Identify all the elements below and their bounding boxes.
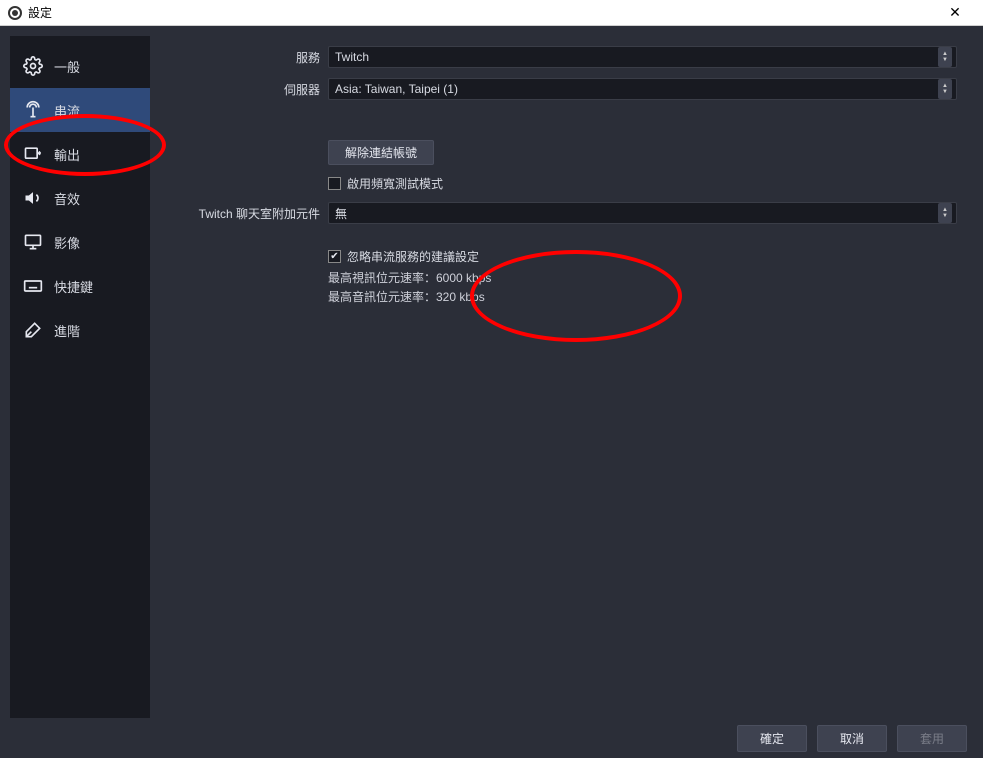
sidebar-item-video[interactable]: 影像 xyxy=(10,220,150,264)
sidebar-item-label: 音效 xyxy=(54,189,80,208)
service-combobox[interactable]: Twitch ▲▼ xyxy=(328,46,957,68)
gear-icon xyxy=(22,56,44,76)
speaker-icon xyxy=(22,188,44,208)
sidebar-item-label: 影像 xyxy=(54,233,80,252)
keyboard-icon xyxy=(22,276,44,296)
monitor-icon xyxy=(22,232,44,252)
row-ignore-recommendations: ✔ 忽略串流服務的建議設定 最高視訊位元速率：6000 kbps 最高音訊位元速… xyxy=(328,248,957,305)
sidebar-item-general[interactable]: 一般 xyxy=(10,44,150,88)
output-icon xyxy=(22,144,44,164)
row-service: 服務 Twitch ▲▼ xyxy=(160,46,957,68)
server-combobox[interactable]: Asia: Taiwan, Taipei (1) ▲▼ xyxy=(328,78,957,100)
sidebar-item-stream[interactable]: 串流 xyxy=(10,88,150,132)
sidebar-item-advanced[interactable]: 進階 xyxy=(10,308,150,352)
sidebar: 一般 串流 輸出 音效 影像 xyxy=(10,36,150,718)
chat-addon-value: 無 xyxy=(335,205,347,222)
apply-button[interactable]: 套用 xyxy=(897,725,967,752)
updown-icon: ▲▼ xyxy=(938,203,952,223)
window-title: 設定 xyxy=(28,4,52,21)
server-label: 伺服器 xyxy=(160,81,320,98)
max-video-bitrate-text: 最高視訊位元速率：6000 kbps xyxy=(328,269,957,286)
titlebar: 設定 ✕ xyxy=(0,0,983,26)
service-value: Twitch xyxy=(335,50,369,64)
ignore-recommendations-checkbox[interactable]: ✔ xyxy=(328,250,341,263)
close-button[interactable]: ✕ xyxy=(935,0,975,26)
footer-buttons: 確定 取消 套用 xyxy=(0,718,983,758)
chat-addon-label: Twitch 聊天室附加元件 xyxy=(160,205,320,222)
row-bandwidth-test: 啟用頻寬測試模式 xyxy=(328,175,957,192)
row-chat-addon: Twitch 聊天室附加元件 無 ▲▼ xyxy=(160,202,957,224)
settings-stream-panel: 服務 Twitch ▲▼ 伺服器 Asia: Taiwan, Taipei (1… xyxy=(150,36,973,718)
sidebar-item-label: 快捷鍵 xyxy=(54,277,93,296)
updown-icon: ▲▼ xyxy=(938,47,952,67)
sidebar-item-label: 一般 xyxy=(54,57,80,76)
chat-addon-combobox[interactable]: 無 ▲▼ xyxy=(328,202,957,224)
disconnect-account-button[interactable]: 解除連結帳號 xyxy=(328,140,434,165)
max-audio-bitrate-text: 最高音訊位元速率：320 kbps xyxy=(328,288,957,305)
tools-icon xyxy=(22,320,44,340)
app-icon xyxy=(8,6,22,20)
content-area: 一般 串流 輸出 音效 影像 xyxy=(0,26,983,718)
antenna-icon xyxy=(22,100,44,120)
sidebar-item-label: 進階 xyxy=(54,321,80,340)
server-value: Asia: Taiwan, Taipei (1) xyxy=(335,82,458,96)
sidebar-item-label: 串流 xyxy=(54,101,80,120)
close-icon: ✕ xyxy=(949,4,961,21)
updown-icon: ▲▼ xyxy=(938,79,952,99)
cancel-button[interactable]: 取消 xyxy=(817,725,887,752)
sidebar-item-audio[interactable]: 音效 xyxy=(10,176,150,220)
bandwidth-test-label: 啟用頻寬測試模式 xyxy=(347,175,443,192)
row-disconnect: 解除連結帳號 xyxy=(160,140,957,165)
ignore-recommendations-label: 忽略串流服務的建議設定 xyxy=(347,248,479,265)
sidebar-item-output[interactable]: 輸出 xyxy=(10,132,150,176)
ok-button[interactable]: 確定 xyxy=(737,725,807,752)
bandwidth-test-checkbox[interactable] xyxy=(328,177,341,190)
sidebar-item-hotkeys[interactable]: 快捷鍵 xyxy=(10,264,150,308)
sidebar-item-label: 輸出 xyxy=(54,145,80,164)
row-server: 伺服器 Asia: Taiwan, Taipei (1) ▲▼ xyxy=(160,78,957,100)
service-label: 服務 xyxy=(160,49,320,66)
